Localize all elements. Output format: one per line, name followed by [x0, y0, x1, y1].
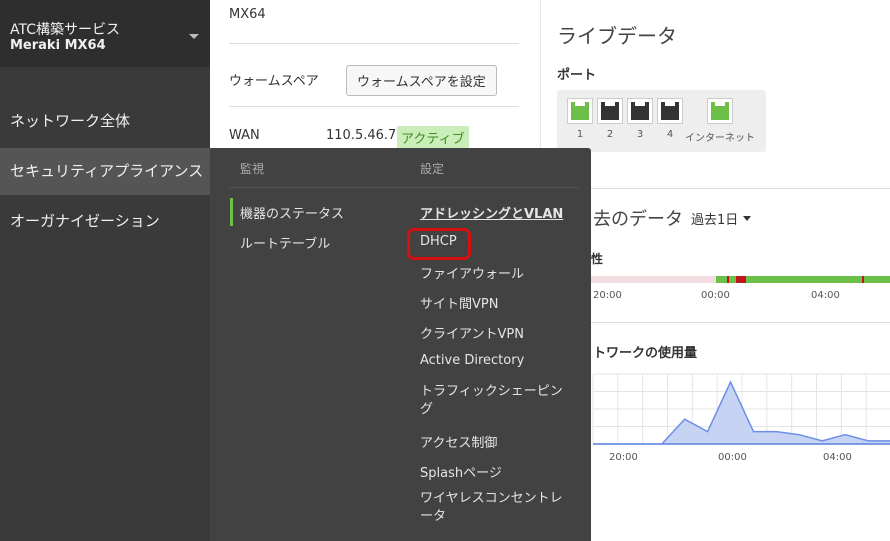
port-1-icon[interactable]	[567, 98, 593, 124]
menu-item-traffic-shaping[interactable]: トラフィックシェーピング	[420, 383, 570, 419]
status-timeline-gap	[591, 276, 716, 283]
status-timeline-down	[862, 276, 864, 283]
org-name: ATC構築サービス	[10, 22, 120, 38]
menu-header-monitor: 監視	[240, 162, 265, 176]
dhcp-highlight-ring	[407, 228, 471, 260]
menu-header-configure: 設定	[420, 162, 445, 176]
device-model: MX64	[229, 7, 266, 22]
tick-label: 20:00	[593, 290, 622, 301]
usage-chart: /s/s/s/s/s 20:0000:0004:00	[592, 373, 890, 463]
wan-status-badge: アクティブ	[397, 126, 469, 149]
menu-item-wireless-concentrator[interactable]: ワイヤレスコンセントレータ	[420, 490, 570, 526]
port-internet-icon[interactable]	[707, 98, 733, 124]
port-3-icon[interactable]	[627, 98, 653, 124]
menu-item-site-to-site-vpn[interactable]: サイト間VPN	[420, 293, 498, 312]
live-data-panel: ライブデータ ポート 1 2 3 4 インターネット 去のデータ 過去1日 性 …	[540, 0, 890, 541]
port-label: 4	[666, 129, 674, 140]
sidebar-item-network-wide[interactable]: ネットワーク全体	[0, 98, 210, 145]
menu-item-active-directory[interactable]: Active Directory	[420, 353, 524, 368]
network-name: Meraki MX64	[10, 38, 106, 53]
active-indicator	[230, 198, 233, 226]
warm-spare-label: ウォームスペア	[229, 74, 319, 89]
time-range-select[interactable]: 過去1日	[691, 209, 738, 228]
ports-box: 1 2 3 4 インターネット	[557, 90, 766, 152]
tick-label: 00:00	[701, 290, 730, 301]
menu-item-firewall[interactable]: ファイアウォール	[420, 263, 524, 282]
status-label: 性	[591, 252, 604, 266]
ports-label: ポート	[557, 68, 597, 83]
menu-item-appliance-status[interactable]: 機器のステータス	[240, 203, 344, 222]
menu-item-access-control[interactable]: アクセス制御	[420, 432, 497, 451]
configure-warm-spare-button[interactable]: ウォームスペアを設定	[346, 65, 497, 96]
wan-ip: 110.5.46.72	[326, 128, 405, 143]
menu-item-addressing-vlans[interactable]: アドレッシングとVLAN	[420, 203, 563, 222]
status-timeline-down	[736, 276, 746, 283]
divider	[541, 322, 890, 323]
divider	[229, 43, 519, 44]
port-2-icon[interactable]	[597, 98, 623, 124]
divider	[229, 106, 519, 107]
sidebar-item-organization[interactable]: オーガナイゼーション	[0, 198, 210, 245]
x-tick-label: 00:00	[718, 452, 747, 463]
tick-label: 04:00	[811, 290, 840, 301]
chevron-down-icon[interactable]	[743, 216, 751, 221]
menu-item-client-vpn[interactable]: クライアントVPN	[420, 323, 524, 342]
live-data-title: ライブデータ	[557, 24, 677, 48]
historical-data-title: 去のデータ	[593, 209, 683, 230]
security-appliance-menu: 監視 設定 機器のステータス ルートテーブル アドレッシングとVLAN DHCP…	[210, 148, 591, 541]
port-label: 3	[636, 129, 644, 140]
x-tick-label: 20:00	[609, 452, 638, 463]
chevron-down-icon[interactable]	[189, 34, 199, 39]
network-usage-title: トワークの使用量	[593, 346, 698, 361]
menu-item-splash-page[interactable]: Splashページ	[420, 462, 502, 481]
port-label: 1	[576, 129, 584, 140]
wan-label: WAN	[229, 128, 260, 143]
status-timeline-down	[727, 276, 729, 283]
main-content: MX64 ウォームスペア ウォームスペアを設定 WAN 110.5.46.72 …	[210, 0, 890, 541]
divider	[541, 188, 890, 189]
sidebar: ATC構築サービス Meraki MX64 ネットワーク全体 セキュリティアプラ…	[0, 0, 210, 541]
menu-separator	[230, 187, 578, 188]
port-4-icon[interactable]	[657, 98, 683, 124]
port-label: インターネット	[685, 133, 755, 144]
port-label: 2	[606, 129, 614, 140]
menu-item-route-table[interactable]: ルートテーブル	[240, 233, 330, 252]
sidebar-item-security-appliance[interactable]: セキュリティアプライアンス	[0, 148, 210, 195]
x-tick-label: 04:00	[823, 452, 852, 463]
org-selector[interactable]: ATC構築サービス Meraki MX64	[0, 0, 210, 67]
